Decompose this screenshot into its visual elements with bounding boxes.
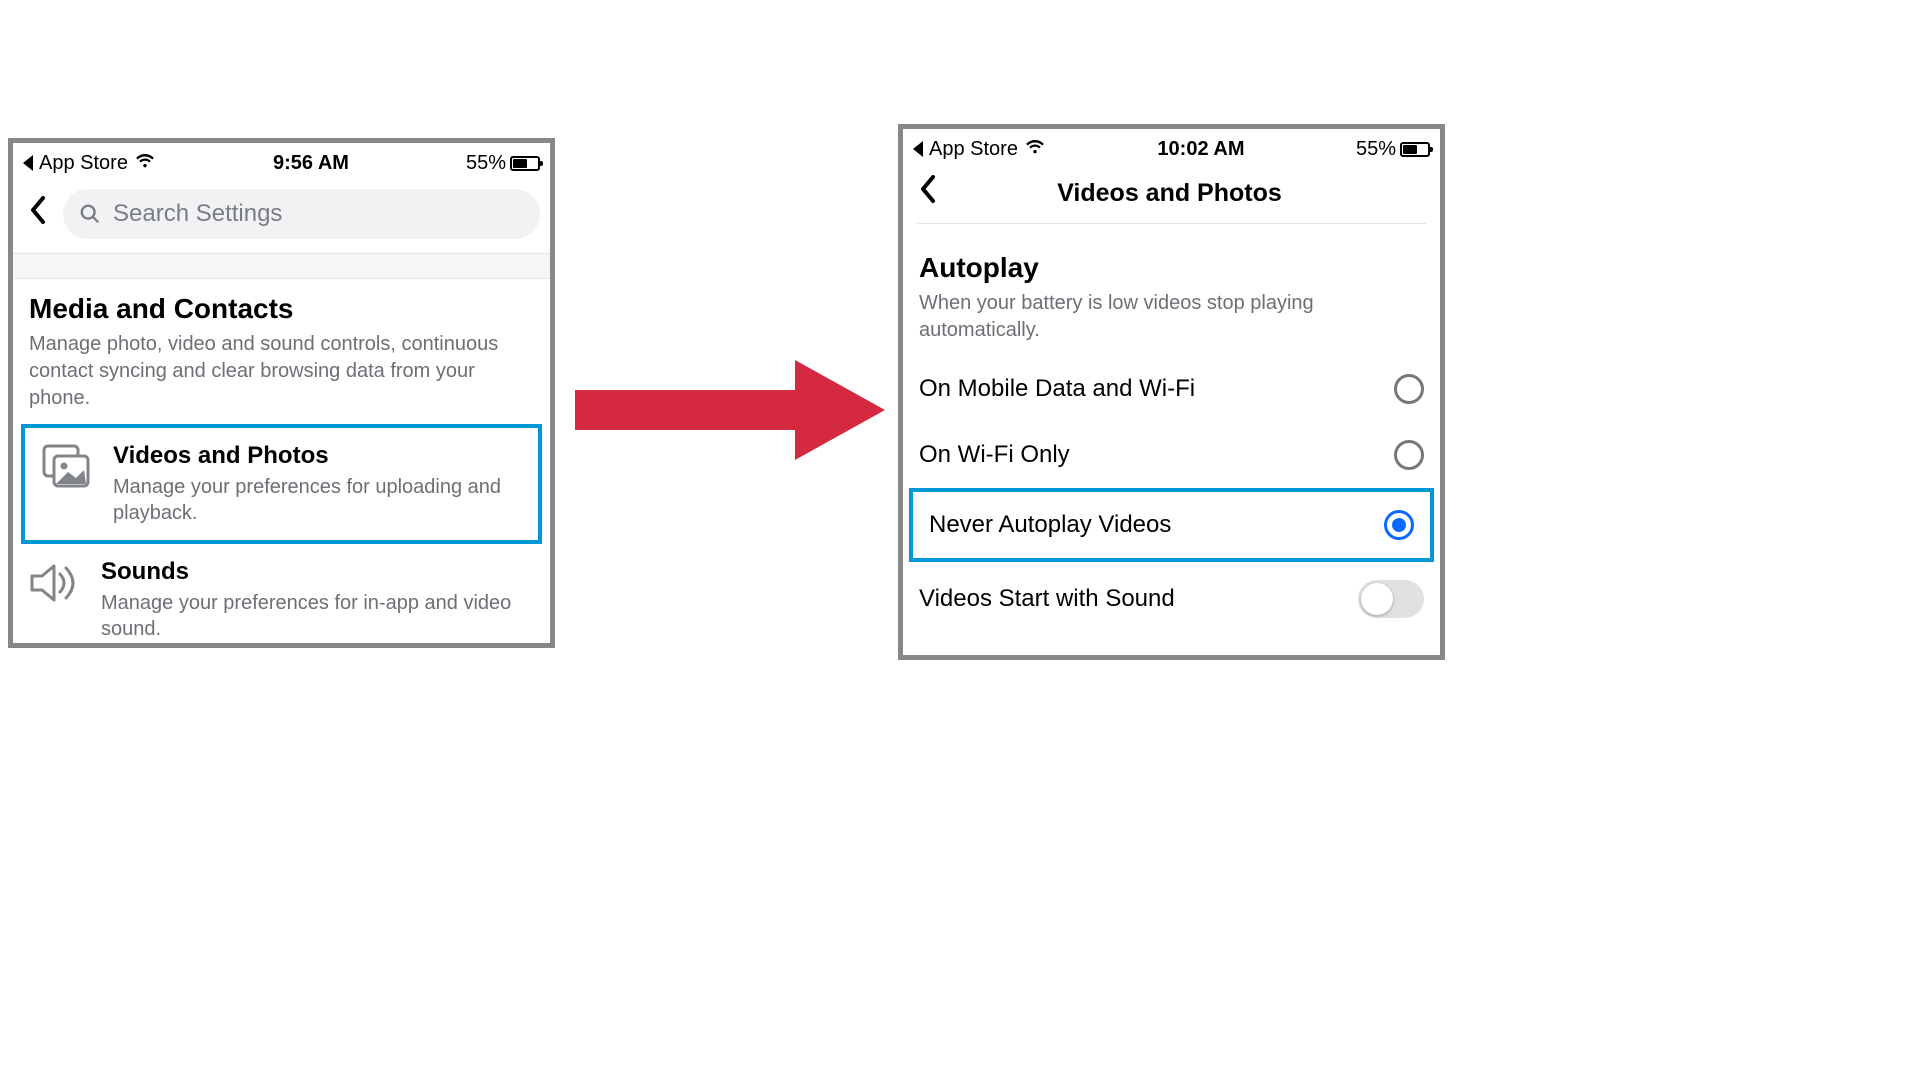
back-button[interactable]: [913, 175, 943, 211]
option-label: On Wi-Fi Only: [919, 441, 1070, 469]
arrow-icon: [565, 350, 895, 470]
section-gap: [13, 253, 550, 279]
media-contacts-section-header: Media and Contacts Manage photo, video a…: [13, 279, 550, 424]
row-description: Manage your preferences for uploading an…: [113, 474, 524, 526]
row-description: Manage your preferences for in-app and v…: [101, 590, 536, 642]
photos-icon: [39, 442, 95, 490]
battery-percent: 55%: [466, 152, 506, 175]
videos-and-photos-row[interactable]: Videos and Photos Manage your preference…: [25, 428, 538, 540]
sounds-row[interactable]: Sounds Manage your preferences for in-ap…: [13, 544, 550, 648]
option-label: On Mobile Data and Wi-Fi: [919, 375, 1195, 403]
highlighted-row: Never Autoplay Videos: [909, 488, 1434, 562]
toggle-label: Videos Start with Sound: [919, 585, 1175, 613]
radio-unchecked-icon: [1394, 440, 1424, 470]
title-header: Videos and Photos: [903, 169, 1440, 219]
page-title: Videos and Photos: [953, 179, 1386, 208]
row-title: Videos and Photos: [113, 442, 524, 470]
videos-start-with-sound-row[interactable]: Videos Start with Sound: [903, 562, 1440, 636]
row-title: Sounds: [101, 558, 536, 586]
autoplay-section-header: Autoplay When your battery is low videos…: [903, 224, 1440, 356]
radio-checked-icon: [1384, 510, 1414, 540]
back-to-app-icon[interactable]: [913, 141, 923, 157]
back-to-app-label[interactable]: App Store: [39, 152, 128, 175]
settings-list-screen: App Store 9:56 AM 55% Search Settings Me…: [8, 138, 555, 648]
sound-icon: [27, 558, 83, 606]
option-label: Never Autoplay Videos: [929, 511, 1171, 539]
back-to-app-label[interactable]: App Store: [929, 138, 1018, 161]
radio-unchecked-icon: [1394, 374, 1424, 404]
status-bar: App Store 9:56 AM 55%: [13, 143, 550, 183]
search-header: Search Settings: [13, 183, 550, 253]
toggle-switch[interactable]: [1358, 580, 1424, 618]
section-description: Manage photo, video and sound controls, …: [29, 331, 534, 412]
section-description: When your battery is low videos stop pla…: [919, 290, 1424, 344]
status-time: 9:56 AM: [273, 152, 349, 175]
section-title: Autoplay: [919, 252, 1424, 284]
autoplay-option-mobile-wifi[interactable]: On Mobile Data and Wi-Fi: [903, 356, 1440, 422]
wifi-icon: [134, 149, 156, 177]
autoplay-option-never[interactable]: Never Autoplay Videos: [913, 492, 1430, 558]
back-button[interactable]: [23, 196, 53, 232]
battery-icon: [510, 156, 540, 171]
status-bar: App Store 10:02 AM 55%: [903, 129, 1440, 169]
status-time: 10:02 AM: [1157, 138, 1244, 161]
battery-percent: 55%: [1356, 138, 1396, 161]
section-title: Media and Contacts: [29, 293, 534, 325]
autoplay-option-wifi-only[interactable]: On Wi-Fi Only: [903, 422, 1440, 488]
wifi-icon: [1024, 135, 1046, 163]
highlighted-row: Videos and Photos Manage your preference…: [21, 424, 542, 544]
toggle-knob-icon: [1361, 583, 1393, 615]
videos-and-photos-screen: App Store 10:02 AM 55% Videos and Photos…: [898, 124, 1445, 660]
search-placeholder: Search Settings: [113, 200, 282, 228]
battery-icon: [1400, 142, 1430, 157]
back-to-app-icon[interactable]: [23, 155, 33, 171]
search-input[interactable]: Search Settings: [63, 189, 540, 239]
